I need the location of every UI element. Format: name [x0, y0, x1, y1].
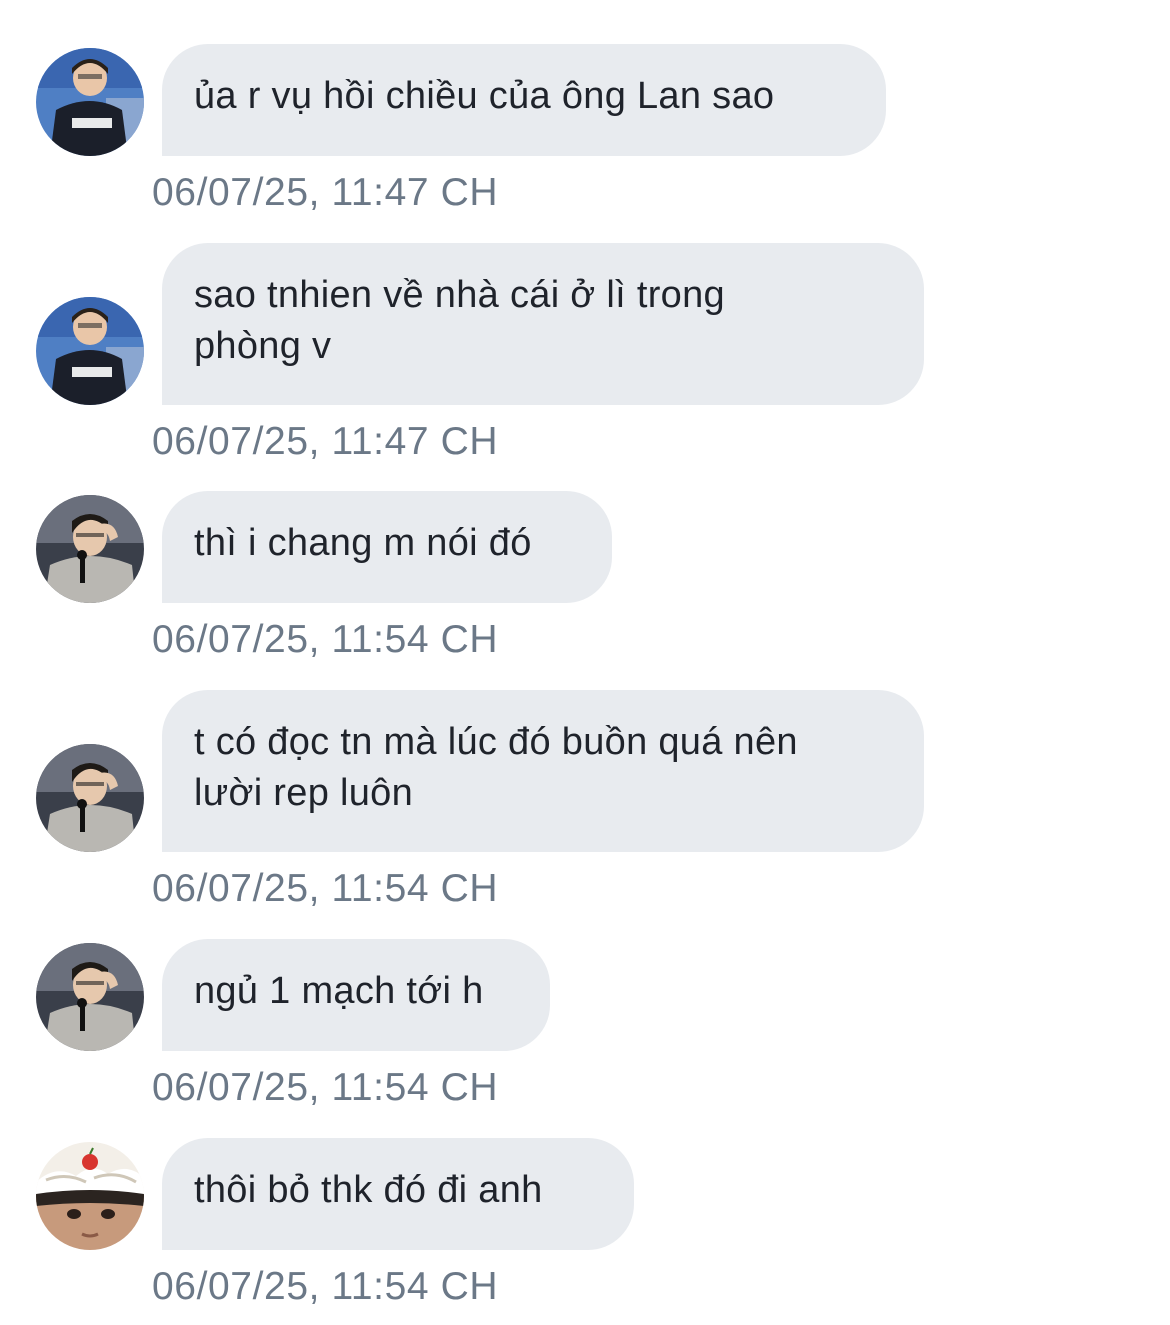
- message-row: thì i chang m nói đó 06/07/25, 11:54 CH: [0, 491, 1170, 681]
- message-bubble[interactable]: ủa r vụ hồi chiều của ông Lan sao: [162, 44, 886, 156]
- message-timestamp: 06/07/25, 11:54 CH: [152, 1066, 499, 1109]
- avatar-person-microphone[interactable]: [36, 495, 144, 603]
- message-timestamp: 06/07/25, 11:54 CH: [152, 1265, 499, 1308]
- avatar-person-microphone-image: [36, 744, 144, 852]
- avatar-person-microphone[interactable]: [36, 744, 144, 852]
- avatar-person-microphone-image: [36, 943, 144, 1051]
- avatar-person-microphone[interactable]: [36, 943, 144, 1051]
- message-bubble[interactable]: thì i chang m nói đó: [162, 491, 612, 603]
- message-bubble[interactable]: t có đọc tn mà lúc đó buồn quá nên lười …: [162, 690, 924, 852]
- message-timestamp: 06/07/25, 11:47 CH: [152, 420, 499, 463]
- message-bubble[interactable]: thôi bỏ thk đó đi anh: [162, 1138, 634, 1250]
- message-bubble[interactable]: sao tnhien về nhà cái ở lì trong phòng v: [162, 243, 924, 405]
- message-timestamp: 06/07/25, 11:54 CH: [152, 867, 499, 910]
- message-timestamp: 06/07/25, 11:54 CH: [152, 618, 499, 661]
- message-bubble[interactable]: ngủ 1 mạch tới h: [162, 939, 550, 1051]
- message-row: t có đọc tn mà lúc đó buồn quá nên lười …: [0, 690, 1170, 920]
- message-row: thôi bỏ thk đó đi anh 06/07/25, 11:54 CH: [0, 1138, 1170, 1325]
- avatar-face-cake[interactable]: [36, 1142, 144, 1250]
- message-row: ngủ 1 mạch tới h 06/07/25, 11:54 CH: [0, 939, 1170, 1129]
- avatar-person-microphone-image: [36, 495, 144, 603]
- message-row: sao tnhien về nhà cái ở lì trong phòng v…: [0, 243, 1170, 473]
- avatar-player-jersey[interactable]: [36, 297, 144, 405]
- avatar-player-jersey-image: [36, 297, 144, 405]
- avatar-face-cake-image: [36, 1142, 144, 1250]
- message-row: ủa r vụ hồi chiều của ông Lan sao 06/07/…: [0, 44, 1170, 234]
- message-timestamp: 06/07/25, 11:47 CH: [152, 171, 499, 214]
- avatar-player-jersey-image: [36, 48, 144, 156]
- avatar-player-jersey[interactable]: [36, 48, 144, 156]
